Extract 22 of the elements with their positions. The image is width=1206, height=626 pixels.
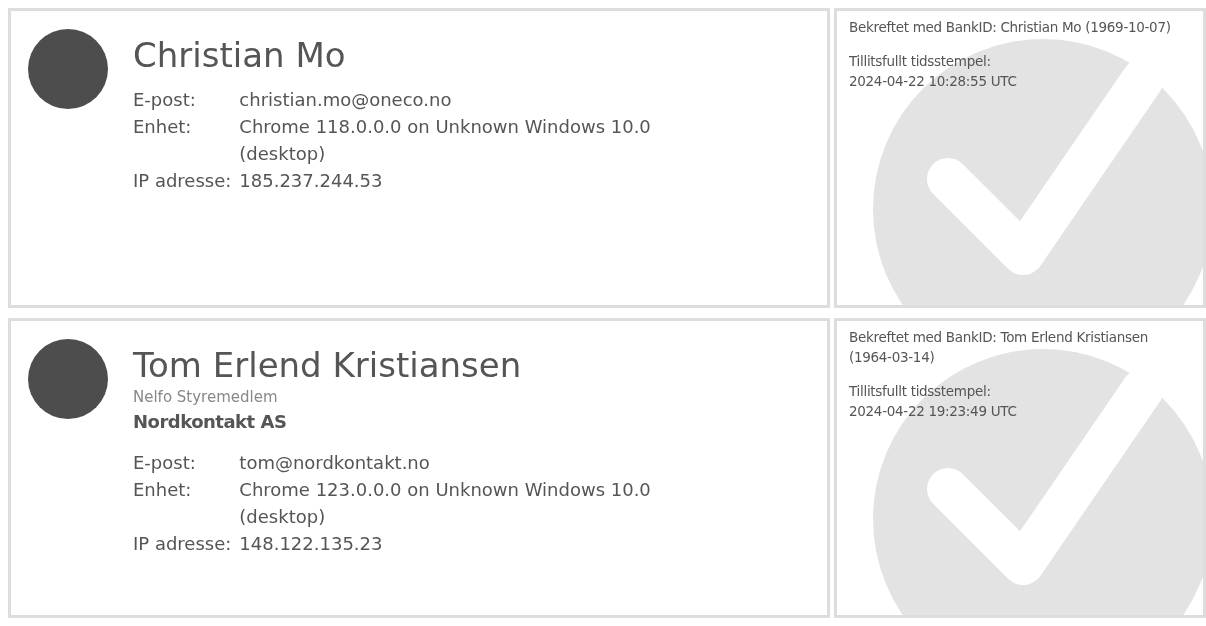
bankid-verification-text: Bekreftet med BankID: Christian Mo (1969-10-07) [849,18,1172,37]
timestamp-label: Tillitsfullt tidsstempel: [849,53,991,69]
field-label: IP adresse: [133,168,232,193]
field-label: Enhet: [133,478,193,503]
field-value: Chrome 118.0.0.0 on Unknown Windows 10.0 (desktop) [239,114,652,166]
signer-name: Tom Erlend Kristiansen [133,345,523,386]
field-value: tom@nordkontakt.no [239,451,431,476]
field-value: 148.122.135.23 [239,532,384,557]
timestamp-value: 2024-04-22 19:23:49 UTC [849,403,1017,419]
field-value: 185.237.244.53 [239,168,384,193]
field-label: Enhet: [133,114,193,139]
signer-name: Christian Mo [133,35,347,76]
timestamp-value: 2024-04-22 10:28:55 UTC [849,73,1017,89]
signer-company: Nordkontakt AS [133,410,288,435]
field-label: E-post: [133,87,197,112]
field-label: IP adresse: [133,532,232,557]
field-value: Chrome 123.0.0.0 on Unknown Windows 10.0 (desktop) [239,478,652,530]
bankid-verification-text: Bekreftet med BankID: Tom Erlend Kristiansen (1964-03-14) [849,328,1150,367]
field-value: christian.mo@oneco.no [239,87,453,112]
field-label: E-post: [133,451,197,476]
timestamp-label: Tillitsfullt tidsstempel: [849,383,991,399]
signer-role: Nelfo Styremedlem [133,386,279,408]
